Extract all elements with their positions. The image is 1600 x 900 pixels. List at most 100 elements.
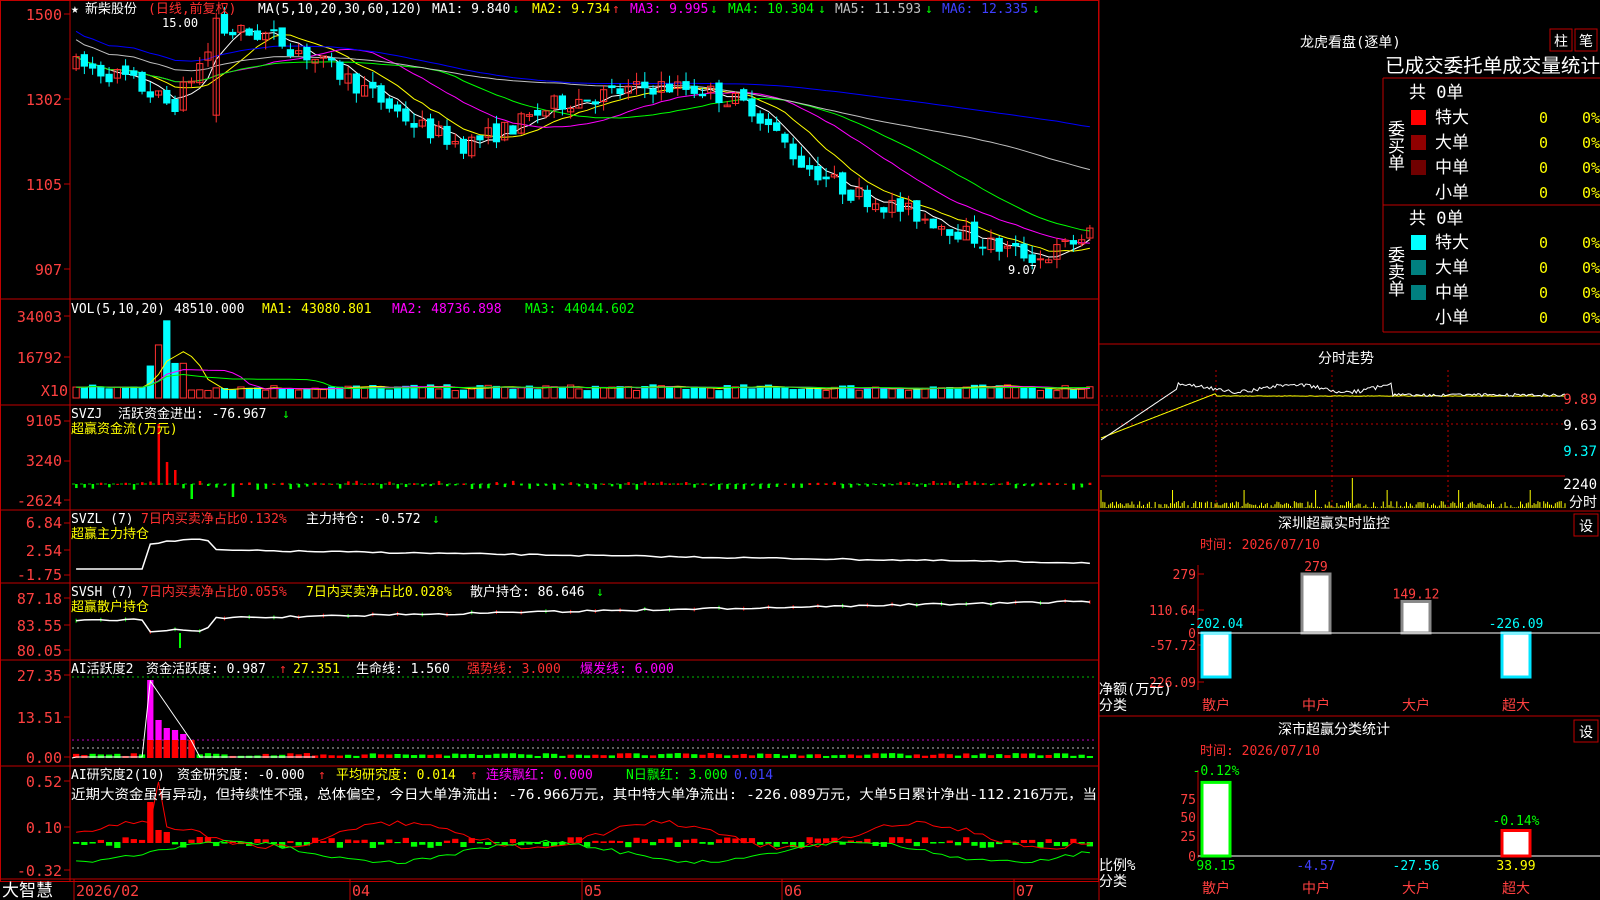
volume-bar	[797, 388, 806, 399]
volume-bar	[229, 389, 237, 399]
ai-active-bar	[963, 753, 970, 758]
classify-tick: 0	[1188, 850, 1196, 865]
stock-name[interactable]: 新柴股份	[85, 1, 137, 17]
ai-research-bar	[806, 837, 813, 843]
svzj-bar	[924, 484, 927, 487]
monitor-settings-label[interactable]: 设	[1579, 519, 1593, 535]
ai-research-bar	[443, 840, 451, 843]
classify-bar	[1200, 780, 1232, 858]
svzj-bar	[413, 483, 416, 485]
candlestick-series	[72, 7, 1094, 270]
ai-active-bar	[353, 755, 360, 758]
buy-row-name: 小单	[1435, 183, 1469, 203]
classify-settings-label[interactable]: 设	[1579, 725, 1593, 741]
volume-bar	[262, 389, 270, 399]
candle-body	[245, 28, 253, 36]
price-axis: 1500 1302 1105 907	[26, 6, 62, 279]
candle-body	[929, 218, 937, 229]
volume-bar	[822, 389, 830, 399]
ai-active-bar	[930, 754, 937, 758]
svzj-bar	[767, 484, 770, 489]
svzj-bar	[586, 484, 589, 489]
ai-active-tick: 0.00	[26, 749, 62, 767]
svzj-bar	[511, 480, 515, 485]
tick-mode-label[interactable]: 笔	[1579, 34, 1593, 50]
price-tick: 1302	[26, 91, 62, 109]
monitor-bar-label: 279	[1304, 560, 1327, 575]
svsh-axis: 87.18 83.55 80.05	[17, 590, 62, 660]
volume-bar	[806, 387, 814, 399]
volume-bar	[286, 388, 295, 399]
ai-research-axis: 0.52 0.10 -0.32	[17, 773, 62, 880]
svzj-bar	[1055, 483, 1059, 485]
ai-research-tick: 0.10	[26, 819, 62, 837]
ma1-arrow: ↓	[512, 2, 520, 17]
bar-mode-label[interactable]: 柱	[1554, 34, 1568, 50]
candle-body	[146, 91, 154, 98]
volume-bar	[748, 388, 756, 399]
candle-body	[921, 218, 929, 221]
x-axis: 大智慧 2026/02 04 05 06 07	[2, 879, 1034, 900]
period-label[interactable]: (日线,前复权)	[148, 1, 236, 17]
vol-ma3: MA3: 44044.602	[525, 302, 635, 317]
ai-active-bar	[913, 754, 920, 758]
ai-active-bar	[1012, 753, 1019, 758]
ai-active-bar	[328, 755, 335, 758]
svzj-title: 超赢资金流(万元)	[71, 421, 178, 437]
ai-research-bar	[394, 842, 401, 844]
ai-research-bar	[188, 839, 195, 843]
ai-research-bar	[715, 839, 723, 843]
svsh-path	[76, 600, 1090, 633]
candle-body	[715, 82, 723, 104]
candle-body	[979, 246, 987, 249]
svzj-bar	[627, 482, 630, 485]
ai-active-bar	[452, 753, 459, 758]
svsh-ratio1: 7日内买卖净占比0.055%	[141, 584, 287, 600]
svzj-bar	[948, 481, 952, 485]
star-icon: ★	[71, 2, 79, 17]
candle-body	[369, 81, 377, 89]
svzj-bar	[99, 482, 103, 485]
classify-bar	[1500, 829, 1532, 858]
ai-active-bar	[1078, 754, 1085, 758]
buy-row-value: 0	[1539, 134, 1548, 152]
svzj-bar	[717, 484, 721, 490]
buy-row-name: 大单	[1435, 133, 1469, 153]
ma6-value: MA6: 12.335	[942, 2, 1028, 17]
ai-research-bar	[460, 842, 467, 848]
svsh-tick: 87.18	[17, 590, 62, 608]
ai-research-bar	[328, 838, 335, 843]
ai-active-base	[163, 740, 170, 758]
svzj-tick: 3240	[26, 452, 62, 470]
sell-total: 共 0单	[1409, 209, 1463, 229]
classify-category: 中户	[1302, 880, 1330, 897]
svzj-bar	[182, 484, 185, 489]
classify-category: 散户	[1202, 880, 1230, 897]
ai-research-bar	[97, 839, 104, 843]
monitor-category: 超大	[1502, 698, 1530, 714]
candle-body	[1012, 242, 1020, 247]
ai-research-bar	[592, 840, 599, 843]
svzj-bar	[899, 481, 902, 485]
ai-active-bar	[427, 754, 434, 758]
candle-body	[698, 93, 707, 97]
monitor-tick: -57.72	[1149, 639, 1196, 654]
price-tick: 1105	[26, 176, 62, 194]
volume-bar	[575, 388, 583, 399]
candle-body	[336, 61, 344, 80]
ai-research-bar	[707, 842, 714, 845]
volume-bar	[1045, 388, 1053, 399]
vol-tick: 34003	[17, 308, 62, 326]
volume-bar	[121, 386, 130, 399]
ai-active-bar	[921, 755, 929, 758]
volume-bar	[435, 388, 443, 399]
ma4-value: MA4: 10.304	[728, 2, 814, 17]
volume-bar	[690, 386, 698, 399]
svzj-bar	[264, 484, 268, 489]
svzj-bar	[124, 482, 128, 485]
price-tick: 1500	[26, 6, 62, 24]
buy-total: 共 0单	[1409, 83, 1463, 103]
svsh-line	[75, 598, 1091, 648]
svzj-bar	[635, 484, 639, 490]
svzj-bar	[347, 481, 350, 485]
